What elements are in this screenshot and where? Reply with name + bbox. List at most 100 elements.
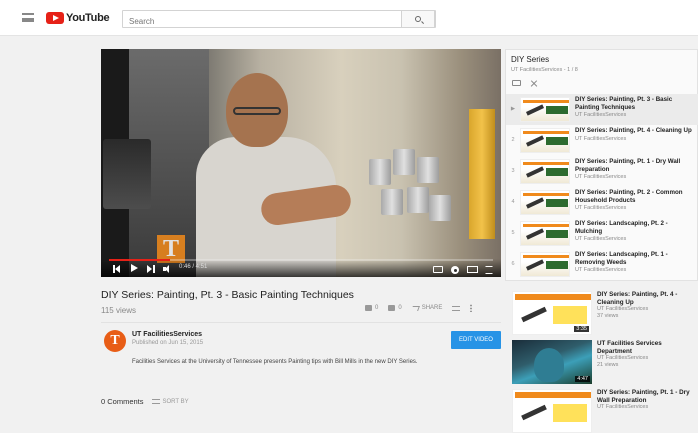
- publish-date: Published on Jun 15, 2015: [132, 340, 204, 346]
- playlist-item[interactable]: 4 DIY Series: Painting, Pt. 2 - Common H…: [506, 187, 698, 218]
- volume-icon[interactable]: [163, 265, 173, 274]
- recommended-video[interactable]: 4:47 UT Facilities Services Department U…: [512, 340, 698, 384]
- dislike-button[interactable]: 0: [388, 305, 402, 311]
- playlist-item-channel: UT FacilitiesServices: [575, 174, 627, 180]
- video-actions: 0 0 SHARE: [365, 304, 473, 312]
- more-vertical-icon: [470, 304, 473, 312]
- settings-gear-icon[interactable]: [451, 266, 459, 274]
- progress-bar[interactable]: [109, 259, 493, 261]
- recommended-views: 21 views: [597, 362, 619, 368]
- playlist-item-index: 2: [511, 137, 515, 143]
- player-controls: 0:46 / 4:51: [101, 259, 501, 277]
- playlist-item[interactable]: ▶ DIY Series: Painting, Pt. 3 - Basic Pa…: [506, 94, 698, 125]
- playlist-item-thumbnail: [520, 128, 570, 153]
- recommended-title[interactable]: UT Facilities Services Department: [597, 340, 697, 355]
- playlist-item[interactable]: 3 DIY Series: Painting, Pt. 1 - Dry Wall…: [506, 156, 698, 187]
- playlist-item-title: DIY Series: Painting, Pt. 4 - Cleaning U…: [575, 127, 692, 134]
- recommended-title[interactable]: DIY Series: Painting, Pt. 4 - Cleaning U…: [597, 291, 697, 306]
- channel-avatar[interactable]: T: [104, 330, 126, 352]
- channel-name[interactable]: UT FacilitiesServices: [132, 331, 202, 338]
- divider: [101, 322, 501, 323]
- playlist-item-channel: UT FacilitiesServices: [575, 112, 627, 118]
- playlist-item-thumbnail: [520, 190, 570, 215]
- recommended-channel: UT FacilitiesServices: [597, 355, 649, 361]
- playlist-item-channel: UT FacilitiesServices: [575, 267, 627, 273]
- thumbs-down-icon: [388, 305, 396, 311]
- playlist-item-title: DIY Series: Painting, Pt. 2 - Common Hou…: [575, 189, 683, 204]
- dislike-count: 0: [398, 305, 402, 311]
- playlist-item-index: 3: [511, 168, 515, 174]
- playlist-item-channel: UT FacilitiesServices: [575, 205, 627, 211]
- playlist-item[interactable]: 2 DIY Series: Painting, Pt. 4 - Cleaning…: [506, 125, 698, 156]
- recommended-thumbnail[interactable]: [512, 389, 592, 433]
- edit-video-button[interactable]: EDIT VIDEO: [451, 331, 501, 349]
- like-count: 0: [375, 305, 379, 311]
- recommended-title[interactable]: DIY Series: Painting, Pt. 1 - Dry Wall P…: [597, 389, 697, 404]
- recommended-video[interactable]: DIY Series: Painting, Pt. 1 - Dry Wall P…: [512, 389, 698, 433]
- search-box: [122, 10, 436, 30]
- comment-count: 0 Comments: [101, 397, 144, 406]
- progress-fill: [109, 259, 171, 261]
- view-count: 115 views: [101, 306, 136, 315]
- playlist-item-index: 6: [511, 261, 515, 267]
- playlist-item[interactable]: 5 DIY Series: Landscaping, Pt. 2 - Mulch…: [506, 218, 698, 249]
- playlist-panel: DIY Series UT FacilitiesServices - 1 / 8…: [505, 49, 698, 281]
- playlist-item-title: DIY Series: Painting, Pt. 1 - Dry Wall P…: [575, 158, 681, 173]
- like-button[interactable]: 0: [365, 305, 378, 311]
- playlist-item-thumbnail: [520, 97, 570, 122]
- recommended-video[interactable]: 3:35 DIY Series: Painting, Pt. 4 - Clean…: [512, 291, 698, 335]
- youtube-logo[interactable]: YouTube: [46, 12, 110, 24]
- playlist-item-index: ▶: [510, 106, 516, 112]
- shuffle-icon[interactable]: [530, 79, 538, 87]
- search-input[interactable]: [123, 13, 403, 30]
- playlist-item[interactable]: 6 DIY Series: Landscaping, Pt. 1 - Remov…: [506, 249, 698, 280]
- playlist-item-title: DIY Series: Landscaping, Pt. 2 - Mulchin…: [575, 220, 668, 235]
- comments-header: 0 Comments SORT BY: [101, 397, 189, 406]
- playlist-items: ▶ DIY Series: Painting, Pt. 3 - Basic Pa…: [506, 94, 698, 280]
- recommended-thumbnail[interactable]: 3:35: [512, 291, 592, 335]
- video-title: DIY Series: Painting, Pt. 3 - Basic Pain…: [101, 289, 354, 301]
- thumbs-up-icon: [365, 305, 372, 311]
- share-label: SHARE: [421, 305, 443, 311]
- playlist-item-thumbnail: [520, 221, 570, 246]
- video-duration: 3:35: [574, 326, 589, 332]
- video-player[interactable]: T 0:46 / 4:51: [101, 49, 501, 277]
- playlist-item-title: DIY Series: Painting, Pt. 3 - Basic Pain…: [575, 96, 673, 111]
- playlist-title[interactable]: DIY Series: [511, 55, 549, 64]
- playlist-subtitle: UT FacilitiesServices - 1 / 8: [511, 67, 578, 73]
- video-description: Facilities Services at the University of…: [132, 359, 418, 365]
- recommended-channel: UT FacilitiesServices: [597, 404, 649, 410]
- video-frame: T: [101, 49, 501, 277]
- recommended-thumbnail[interactable]: 4:47: [512, 340, 592, 384]
- sort-comments-button[interactable]: SORT BY: [151, 399, 189, 405]
- search-icon: [415, 16, 421, 22]
- share-button[interactable]: SHARE: [410, 305, 443, 311]
- next-icon[interactable]: [147, 265, 155, 274]
- playlist-item-index: 5: [511, 230, 515, 236]
- logo-text: YouTube: [66, 12, 110, 24]
- playlist-item-index: 4: [511, 199, 515, 205]
- theater-mode-icon[interactable]: [467, 266, 478, 273]
- share-arrow-icon: [410, 305, 420, 311]
- hamburger-menu-icon[interactable]: [22, 13, 34, 22]
- play-icon[interactable]: [131, 264, 139, 272]
- loop-icon[interactable]: [512, 80, 521, 86]
- playlist-item-thumbnail: [520, 159, 570, 184]
- playlist-item-channel: UT FacilitiesServices: [575, 236, 627, 242]
- sort-icon: [151, 399, 160, 404]
- masthead: YouTube: [0, 0, 698, 36]
- fullscreen-icon[interactable]: [485, 266, 493, 274]
- video-duration: 4:47: [575, 376, 590, 382]
- playlist-item-channel: UT FacilitiesServices: [575, 135, 627, 142]
- recommended-channel: UT FacilitiesServices: [597, 306, 649, 312]
- playlist-item-thumbnail: [520, 252, 570, 277]
- recommended-views: 37 views: [597, 313, 619, 319]
- search-button[interactable]: [401, 10, 435, 28]
- playlist-add-icon: [452, 305, 461, 311]
- subtitles-icon[interactable]: [433, 266, 443, 273]
- playlist-item-title: DIY Series: Landscaping, Pt. 1 - Removin…: [575, 251, 668, 266]
- add-to-playlist-button[interactable]: [452, 305, 461, 311]
- more-actions-button[interactable]: [470, 304, 473, 312]
- youtube-play-logo-icon: [46, 12, 64, 24]
- previous-icon[interactable]: [113, 265, 121, 274]
